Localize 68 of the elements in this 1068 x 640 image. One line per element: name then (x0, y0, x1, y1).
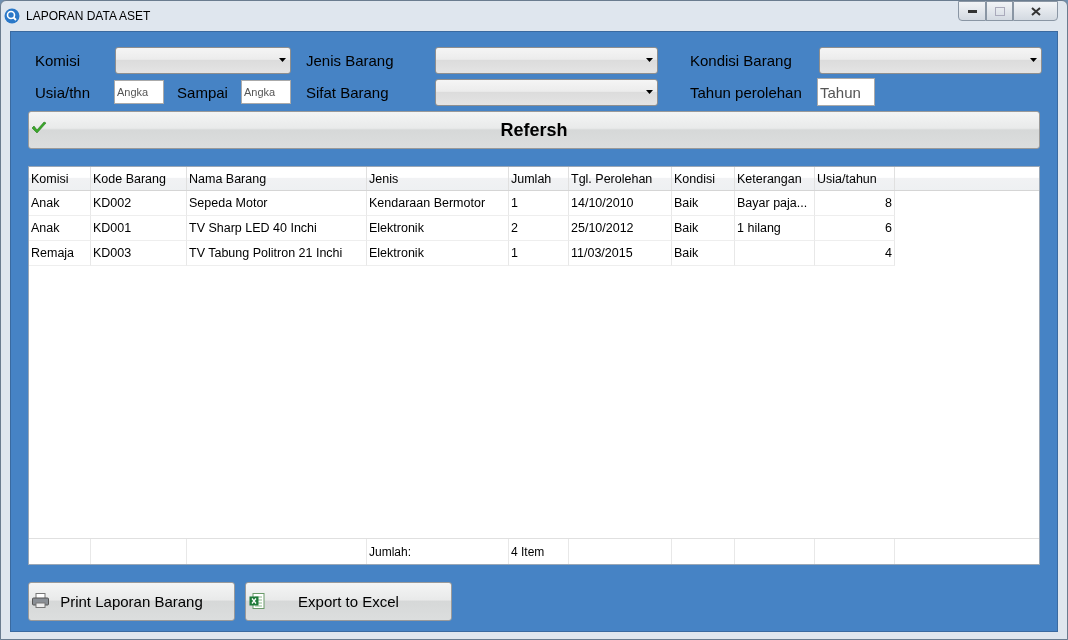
table-cell: Remaja (29, 241, 91, 266)
input-field[interactable]: Angka (241, 80, 291, 104)
table-cell: KD001 (91, 216, 187, 241)
table-cell: Anak (29, 191, 91, 216)
table-cell: Elektronik (367, 216, 509, 241)
table-cell: KD002 (91, 191, 187, 216)
refresh-button[interactable]: Refersh (28, 111, 1040, 149)
filter-label: Usia/thn (35, 83, 92, 101)
table-cell: Anak (29, 216, 91, 241)
column-header[interactable]: Keterangan (735, 167, 815, 190)
maximize-icon (994, 6, 1005, 16)
action-button[interactable]: Print Laporan Barang (28, 582, 235, 621)
input-field[interactable]: Tahun (817, 78, 875, 106)
dropdown-arrow-icon (646, 58, 653, 62)
close-icon (1030, 6, 1041, 16)
table-cell: Baik (672, 191, 735, 216)
table-cell: Baik (672, 216, 735, 241)
table-cell: TV Sharp LED 40 Inchi (187, 216, 367, 241)
table-cell: 4 (815, 241, 895, 266)
printer-icon (32, 593, 49, 608)
table-cell: 11/03/2015 (569, 241, 672, 266)
table-cell: Sepeda Motor (187, 191, 367, 216)
close-button[interactable] (1013, 1, 1058, 21)
minimize-icon (967, 9, 977, 13)
column-header[interactable]: Kondisi (672, 167, 735, 190)
table-cell: 1 (509, 191, 569, 216)
filter-label: Sampai (177, 83, 228, 101)
window-title: LAPORAN DATA ASET (26, 9, 152, 23)
table-cell: 6 (815, 216, 895, 241)
filter-label: Sifat Barang (306, 83, 390, 101)
minimize-button[interactable] (958, 1, 986, 21)
app-icon (4, 8, 20, 24)
column-header[interactable]: Jumlah (509, 167, 569, 190)
input-field[interactable]: Angka (114, 80, 164, 104)
dropdown[interactable] (435, 46, 658, 74)
table-cell: 2 (509, 216, 569, 241)
table-cell: Baik (672, 241, 735, 266)
column-header[interactable]: Jenis (367, 167, 509, 190)
dropdown[interactable] (435, 78, 658, 106)
column-header[interactable]: Usia/tahun (815, 167, 895, 190)
table-cell: Elektronik (367, 241, 509, 266)
filter-label: Tahun perolehan (690, 83, 803, 101)
column-header[interactable]: Nama Barang (187, 167, 367, 190)
action-button[interactable]: Export to Excel (245, 582, 452, 621)
filter-label: Kondisi Barang (690, 51, 793, 69)
footer-cell: 4 Item (509, 539, 569, 564)
table-cell: Bayar paja... (735, 191, 815, 216)
footer-cell: Jumlah: (367, 539, 509, 564)
dropdown-arrow-icon (646, 90, 653, 94)
spreadsheet-icon (249, 593, 265, 609)
table-cell: 1 (509, 241, 569, 266)
table-cell: 14/10/2010 (569, 191, 672, 216)
column-header[interactable]: Tgl. Perolehan (569, 167, 672, 190)
filter-label: Jenis Barang (306, 51, 395, 69)
table-cell: 8 (815, 191, 895, 216)
table-cell: TV Tabung Politron 21 Inchi (187, 241, 367, 266)
dropdown-arrow-icon (1030, 58, 1037, 62)
table-cell: 1 hilang (735, 216, 815, 241)
dropdown[interactable] (819, 46, 1042, 74)
table-cell: Kendaraan Bermotor (367, 191, 509, 216)
column-header[interactable]: Kode Barang (91, 167, 187, 190)
dropdown-arrow-icon (279, 58, 286, 62)
table-cell: 25/10/2012 (569, 216, 672, 241)
filter-label: Komisi (35, 51, 81, 69)
dropdown[interactable] (115, 46, 291, 74)
table-cell: KD003 (91, 241, 187, 266)
check-icon (31, 121, 47, 135)
column-header[interactable]: Komisi (29, 167, 91, 190)
